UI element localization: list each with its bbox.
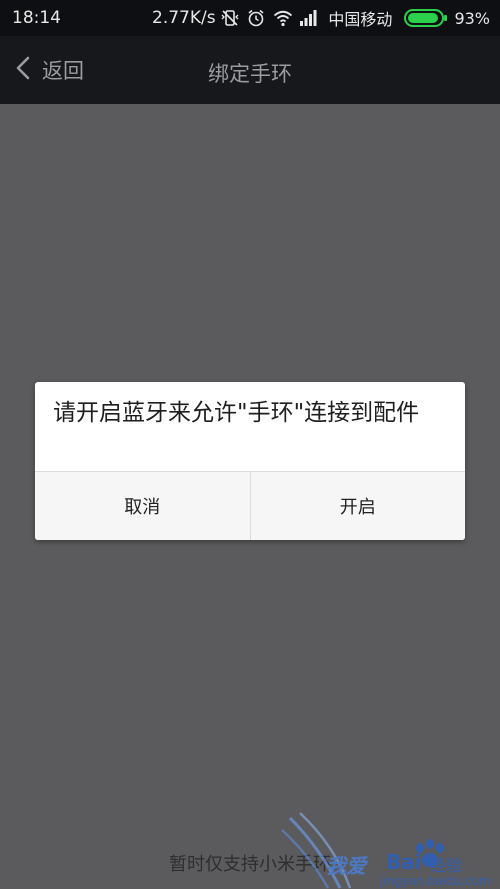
enable-bluetooth-button[interactable]: 开启 xyxy=(249,472,465,540)
battery-icon xyxy=(404,9,448,27)
battery-fill xyxy=(408,13,439,23)
status-right-group: 中国移动 93% xyxy=(220,0,490,36)
title-bar: 返回 绑定手环 xyxy=(0,36,500,104)
watermark-brand-sub: 经验 xyxy=(430,856,463,875)
watermark-domain: jingyan.baidu.com xyxy=(380,874,491,888)
watermark-brand: Bai xyxy=(386,850,422,874)
dialog-message: 请开启蓝牙来允许"手环"连接到配件 xyxy=(53,400,420,426)
status-bar: 18:14 2.77K/s 中国移动 93% xyxy=(0,0,500,36)
page-title: 绑定手环 xyxy=(208,62,292,86)
vibrate-off-icon xyxy=(220,8,240,28)
battery-percent: 93% xyxy=(454,8,490,28)
alarm-icon xyxy=(246,8,266,28)
status-time: 18:14 xyxy=(12,8,61,28)
battery-tip xyxy=(444,15,448,21)
watermark-cn-text: 我爱 xyxy=(326,854,366,878)
baidu-jingyan-watermark: 我爱 Bai 经验 jingyan.baidu.com xyxy=(280,808,500,889)
network-speed: 2.77K/s xyxy=(152,8,216,28)
bluetooth-permission-dialog: 请开启蓝牙来允许"手环"连接到配件 取消 开启 xyxy=(35,382,465,540)
dialog-button-row: 取消 开启 xyxy=(35,471,465,540)
signal-icon xyxy=(298,8,318,28)
wifi-icon xyxy=(272,8,293,28)
carrier-name: 中国移动 xyxy=(328,10,393,29)
cancel-button[interactable]: 取消 xyxy=(35,472,250,540)
screen: 18:14 2.77K/s 中国移动 93% 返回 绑定手环 请开启蓝牙来允许"… xyxy=(0,0,500,889)
